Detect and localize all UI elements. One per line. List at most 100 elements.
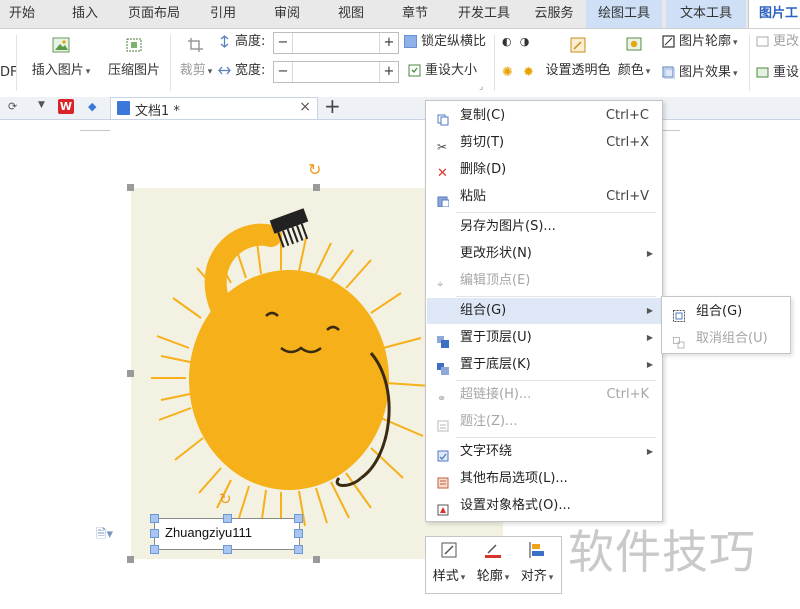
layout-anchor-icon[interactable]: 🗎▾ (96, 525, 113, 547)
textbox-resize-handle[interactable] (294, 529, 303, 538)
chevron-down-icon[interactable]: ▼ (38, 100, 45, 110)
set-transparent-color-label: 设置透明色 (545, 63, 611, 78)
menu-item-save-as-picture[interactable]: 另存为图片(S)... (427, 214, 661, 240)
tab-review[interactable]: 审阅 (262, 0, 312, 28)
tab-drawing-tools[interactable]: 绘图工具 (586, 0, 662, 28)
align-button[interactable]: 对齐 (516, 541, 558, 584)
tab-text-tools[interactable]: 文本工具 (666, 0, 746, 28)
tab-developer[interactable]: 开发工具 (450, 0, 518, 28)
resize-handle[interactable] (127, 370, 134, 377)
height-stepper[interactable]: − + (273, 32, 399, 54)
picture-icon (52, 37, 70, 53)
color-button[interactable]: 颜色 (615, 37, 653, 78)
menu-item-caption[interactable]: 题注(Z)... (427, 409, 661, 435)
pdf-label-fragment[interactable]: DF (0, 63, 18, 83)
outline-button[interactable]: 轮廓 (472, 541, 514, 584)
resize-handle[interactable] (313, 556, 320, 563)
group-submenu: 组合(G) 取消组合(U) (661, 296, 791, 354)
textbox-resize-handle[interactable] (150, 514, 159, 523)
textbox-resize-handle[interactable] (294, 545, 303, 554)
text-box-content[interactable]: Zhuangziyu111 (165, 525, 252, 540)
send-back-icon (437, 359, 449, 375)
tab-page-layout[interactable]: 页面布局 (118, 0, 190, 28)
document-tab-strip: ⟳ ▼ W ◆ 文档1 * × + (0, 94, 800, 120)
paste-icon (437, 191, 450, 208)
resize-handle[interactable] (127, 184, 134, 191)
tab-view[interactable]: 视图 (326, 0, 376, 28)
document-tab[interactable]: 文档1 * × (110, 97, 318, 119)
rotate-handle-icon[interactable]: ↻ (308, 160, 321, 179)
delete-icon: ✕ (437, 166, 448, 181)
menu-item-send-to-back[interactable]: 置于底层(K) ▶ (427, 352, 661, 378)
height-increase-button[interactable]: + (379, 33, 398, 53)
contrast-increase-icon[interactable]: ◐ (502, 35, 512, 48)
color-label: 颜色 (618, 63, 651, 78)
cube-icon[interactable]: ◆ (88, 100, 96, 113)
text-wrap-icon (437, 446, 449, 462)
height-decrease-button[interactable]: − (274, 33, 293, 53)
wps-logo-icon[interactable]: W (58, 99, 74, 114)
menu-item-copy[interactable]: 复制(C) Ctrl+C (427, 103, 661, 129)
width-label: 宽度: (218, 61, 265, 81)
brightness-buttons[interactable]: ✺ ✹ (502, 63, 534, 83)
new-tab-button[interactable]: + (324, 94, 341, 118)
insert-picture-button[interactable]: 插入图片 (28, 37, 94, 78)
textbox-resize-handle[interactable] (294, 514, 303, 523)
refresh-icon[interactable]: ⟳ (8, 100, 17, 113)
reset-picture-button[interactable]: 重设 (756, 63, 799, 83)
textbox-resize-handle[interactable] (150, 529, 159, 538)
tab-section[interactable]: 章节 (390, 0, 440, 28)
menu-item-edit-points[interactable]: ⌖ 编辑顶点(E) (427, 268, 661, 294)
resize-handle[interactable] (313, 184, 320, 191)
change-picture-button[interactable]: 更改 (756, 32, 799, 52)
menu-item-group[interactable]: 组合(G) ▶ (427, 298, 661, 324)
resize-handle[interactable] (127, 556, 134, 563)
contrast-decrease-icon[interactable]: ◑ (520, 35, 530, 48)
textbox-resize-handle[interactable] (223, 514, 232, 523)
submenu-arrow-icon: ▶ (646, 360, 653, 369)
format-object-icon (437, 500, 449, 516)
caption-icon (437, 416, 449, 432)
brightness-decrease-icon[interactable]: ✹ (523, 65, 534, 80)
submenu-item-ungroup[interactable]: 取消组合(U) (663, 326, 789, 352)
style-button[interactable]: 样式 (428, 541, 470, 584)
submenu-arrow-icon: ▶ (646, 333, 653, 342)
set-transparent-color-button[interactable]: 设置透明色 (545, 37, 611, 78)
submenu-item-group[interactable]: 组合(G) (663, 299, 789, 325)
menu-item-hyperlink[interactable]: ⚭ 超链接(H)... Ctrl+K (427, 382, 661, 408)
textbox-resize-handle[interactable] (223, 545, 232, 554)
width-stepper[interactable]: − + (273, 61, 399, 83)
brightness-increase-icon[interactable]: ✺ (502, 65, 513, 80)
tab-home[interactable]: 开始 (0, 0, 44, 28)
tab-picture-tools[interactable]: 图片工 (748, 0, 800, 28)
reset-size-button[interactable]: 重设大小 (408, 61, 477, 81)
height-label: 高度: (218, 32, 265, 52)
tab-insert[interactable]: 插入 (60, 0, 110, 28)
picture-outline-button[interactable]: 图片轮廓 (662, 32, 738, 52)
menu-item-delete[interactable]: ✕ 删除(D) (427, 157, 661, 183)
menu-item-change-shape[interactable]: 更改形状(N) ▶ (427, 241, 661, 267)
picture-effect-button[interactable]: 图片效果 (662, 63, 738, 83)
menu-item-text-wrap[interactable]: 文字环绕 ▶ (427, 439, 661, 465)
compress-picture-button[interactable]: 压缩图片 (106, 37, 162, 78)
transparent-color-icon (570, 37, 586, 53)
textbox-rotate-handle-icon[interactable]: ↻ (219, 490, 232, 508)
tab-references[interactable]: 引用 (198, 0, 248, 28)
edit-points-icon: ⌖ (437, 278, 444, 291)
tab-cloud[interactable]: 云服务 (526, 0, 582, 28)
width-increase-button[interactable]: + (379, 62, 398, 82)
contrast-buttons[interactable]: ◐ ◑ (502, 32, 529, 52)
width-decrease-button[interactable]: − (274, 62, 293, 82)
lock-aspect-ratio-checkbox[interactable]: 锁定纵横比 (404, 32, 486, 52)
menu-item-layout-options[interactable]: 其他布局选项(L)... (427, 466, 661, 492)
textbox-resize-handle[interactable] (150, 545, 159, 554)
ungroup-icon (673, 333, 685, 349)
context-menu: 复制(C) Ctrl+C ✂ 剪切(T) Ctrl+X ✕ 删除(D) 粘贴 C… (425, 100, 663, 522)
watermark-text: 软件技巧 (568, 525, 756, 579)
menu-item-cut[interactable]: ✂ 剪切(T) Ctrl+X (427, 130, 661, 156)
menu-item-paste[interactable]: 粘贴 Ctrl+V (427, 184, 661, 210)
crop-button[interactable]: 裁剪 (176, 37, 216, 78)
menu-item-bring-to-front[interactable]: 置于顶层(U) ▶ (427, 325, 661, 351)
close-tab-icon[interactable]: × (299, 99, 311, 115)
size-dialog-launcher-icon[interactable]: ⌟ (479, 77, 483, 97)
